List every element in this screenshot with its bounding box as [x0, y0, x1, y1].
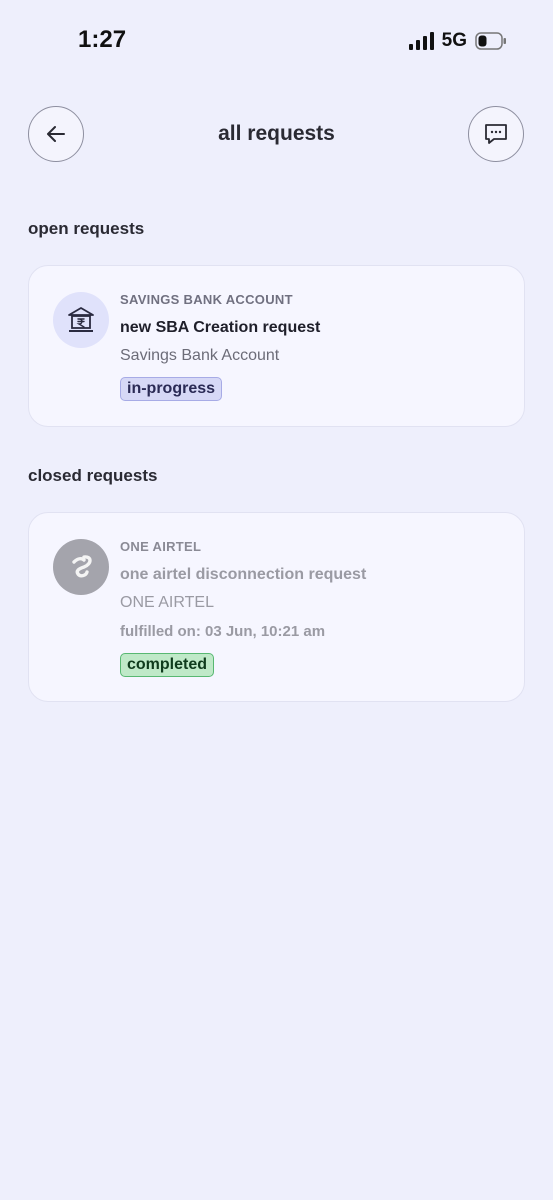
battery-icon [475, 32, 507, 50]
status-time: 1:27 [78, 26, 127, 53]
signal-icon [408, 32, 434, 50]
request-title: new SBA Creation request [120, 319, 321, 336]
request-category: SAVINGS BANK ACCOUNT [120, 292, 293, 307]
request-card-body: SAVINGS BANK ACCOUNT new SBA Creation re… [120, 292, 504, 401]
airtel-logo-icon [72, 555, 92, 578]
closed-requests-heading: closed requests [28, 466, 158, 485]
bank-avatar [53, 292, 109, 348]
network-label: 5G [441, 30, 467, 51]
status-bar: 1:27 5G [0, 0, 553, 80]
bank-icon [68, 307, 94, 332]
request-card-sba[interactable]: SAVINGS BANK ACCOUNT new SBA Creation re… [28, 265, 525, 427]
request-card-body: ONE AIRTEL one airtel disconnection requ… [120, 539, 504, 677]
request-title: one airtel disconnection request [120, 566, 367, 583]
fulfilled-date: fulfilled on: 03 Jun, 10:21 am [120, 623, 326, 640]
request-card-airtel[interactable]: ONE AIRTEL one airtel disconnection requ… [28, 512, 525, 702]
open-requests-heading: open requests [28, 219, 145, 238]
airtel-avatar [53, 539, 109, 595]
chat-bubble-icon [485, 124, 507, 144]
status-badge: completed [120, 653, 215, 677]
request-category: ONE AIRTEL [120, 539, 202, 554]
request-subtitle: ONE AIRTEL [120, 594, 214, 611]
chat-button[interactable] [468, 106, 524, 162]
request-subtitle: Savings Bank Account [120, 347, 280, 364]
header: all requests [0, 106, 553, 164]
status-icons: 5G [408, 30, 507, 52]
status-badge: in-progress [120, 377, 223, 401]
